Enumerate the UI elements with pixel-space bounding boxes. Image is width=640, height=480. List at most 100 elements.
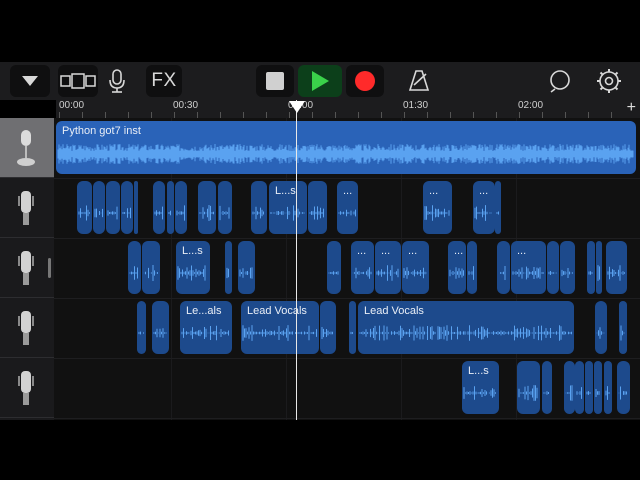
audio-region-ls-b[interactable]: L...s (176, 241, 210, 294)
audio-region[interactable] (595, 301, 607, 354)
waveform (543, 391, 549, 395)
audio-region[interactable] (128, 241, 141, 294)
audio-region[interactable] (153, 181, 165, 234)
waveform (376, 265, 399, 281)
audio-region[interactable] (320, 301, 336, 354)
browser-toggle-button[interactable] (10, 65, 50, 97)
audio-region[interactable] (308, 181, 327, 234)
vintage-microphone-icon (17, 130, 35, 166)
audio-region-lead-vocals[interactable]: Lead Vocals (358, 301, 574, 354)
audio-region-dots[interactable]: ... (337, 181, 358, 234)
waveform (176, 205, 185, 221)
audio-region-leals[interactable]: Le...als (180, 301, 232, 354)
audio-region[interactable] (467, 241, 477, 294)
audio-region[interactable] (167, 181, 174, 234)
waveform (252, 206, 264, 220)
tracks-view-button[interactable] (58, 65, 98, 97)
audio-region[interactable] (251, 181, 267, 234)
track-header-5[interactable] (0, 358, 54, 418)
ruler-label-0130: 01:30 (403, 100, 429, 111)
audio-region[interactable] (547, 241, 559, 294)
timeline-ruler[interactable]: 00:00 00:30 01:00 01:30 02:00 + (56, 99, 640, 119)
tracks-area[interactable]: Python got7 inst L...s......... L...s.....… (54, 118, 640, 420)
ruler-label-0030: 00:30 (173, 100, 199, 111)
audio-region[interactable] (327, 241, 341, 294)
playhead-line[interactable] (296, 100, 297, 420)
track-header-2[interactable] (0, 178, 54, 238)
audio-region[interactable] (587, 241, 595, 294)
audio-region[interactable] (497, 241, 510, 294)
audio-region[interactable] (225, 241, 232, 294)
region-label: L...s (275, 185, 296, 197)
audio-region-dots[interactable]: ... (423, 181, 452, 234)
track-header-4[interactable] (0, 298, 54, 358)
waveform (468, 266, 474, 280)
audio-region[interactable] (596, 241, 602, 294)
audio-region-dots[interactable]: ... (473, 181, 495, 234)
audio-region-dots[interactable]: ... (511, 241, 546, 294)
region-label: ... (479, 185, 489, 197)
audio-region[interactable] (560, 241, 575, 294)
metronome-icon (408, 70, 430, 91)
waveform (129, 266, 138, 280)
loop-browser-button[interactable] (545, 65, 575, 97)
audio-region[interactable] (175, 181, 187, 234)
audio-region-ls-c[interactable]: L...s (462, 361, 499, 414)
metronome-button[interactable] (404, 65, 434, 97)
audio-region[interactable] (594, 361, 602, 414)
audio-region[interactable] (564, 361, 575, 414)
audio-region[interactable] (198, 181, 216, 234)
status-area (0, 0, 640, 62)
region-label: Lead Vocals (364, 305, 424, 317)
audio-region[interactable] (349, 301, 356, 354)
audio-region[interactable] (121, 181, 133, 234)
waveform (94, 208, 103, 218)
audio-region[interactable] (517, 361, 540, 414)
audio-region[interactable] (604, 361, 612, 414)
region-label: ... (429, 185, 439, 197)
waveform (518, 385, 538, 401)
audio-region-dots[interactable]: ... (375, 241, 401, 294)
audio-region[interactable] (137, 301, 146, 354)
audio-region[interactable] (77, 181, 92, 234)
audio-region-ls-a[interactable]: L...s (269, 181, 307, 234)
audio-region-dots[interactable]: ... (402, 241, 429, 294)
audio-region-python-inst[interactable]: Python got7 inst (56, 121, 636, 174)
condenser-microphone-icon (18, 311, 34, 345)
audio-region[interactable] (619, 301, 627, 354)
waveform (199, 205, 214, 221)
play-button[interactable] (298, 65, 342, 97)
audio-region[interactable] (542, 361, 552, 414)
waveform (321, 327, 333, 339)
audio-region[interactable] (585, 361, 593, 414)
audio-region-dots[interactable]: ... (351, 241, 374, 294)
audio-region[interactable] (606, 241, 627, 294)
audio-region[interactable] (106, 181, 120, 234)
track-header-3[interactable] (0, 238, 54, 298)
track-scroll-indicator[interactable] (48, 258, 51, 278)
track-lane-5[interactable] (54, 358, 640, 419)
audio-region[interactable] (218, 181, 232, 234)
audio-region-dots[interactable]: ... (448, 241, 466, 294)
waveform (605, 386, 610, 400)
waveform (135, 199, 137, 227)
condenser-microphone-icon (18, 191, 34, 225)
audio-region[interactable] (495, 181, 501, 234)
settings-button[interactable] (594, 65, 624, 97)
fx-button[interactable]: FX (146, 65, 182, 97)
audio-region[interactable] (93, 181, 105, 234)
audio-region[interactable] (575, 361, 584, 414)
audio-region[interactable] (238, 241, 255, 294)
add-track-button[interactable]: + (627, 99, 636, 117)
audio-region[interactable] (134, 181, 138, 234)
waveform (588, 271, 593, 275)
audio-region[interactable] (142, 241, 160, 294)
audio-region-lead-vocals[interactable]: Lead Vocals (241, 301, 319, 354)
stop-button[interactable] (256, 65, 294, 97)
mic-input-button[interactable] (102, 65, 132, 97)
track-header-1[interactable] (0, 118, 54, 178)
audio-region[interactable] (152, 301, 169, 354)
record-button[interactable] (346, 65, 384, 97)
audio-region[interactable] (617, 361, 630, 414)
playhead-handle[interactable] (289, 101, 305, 113)
